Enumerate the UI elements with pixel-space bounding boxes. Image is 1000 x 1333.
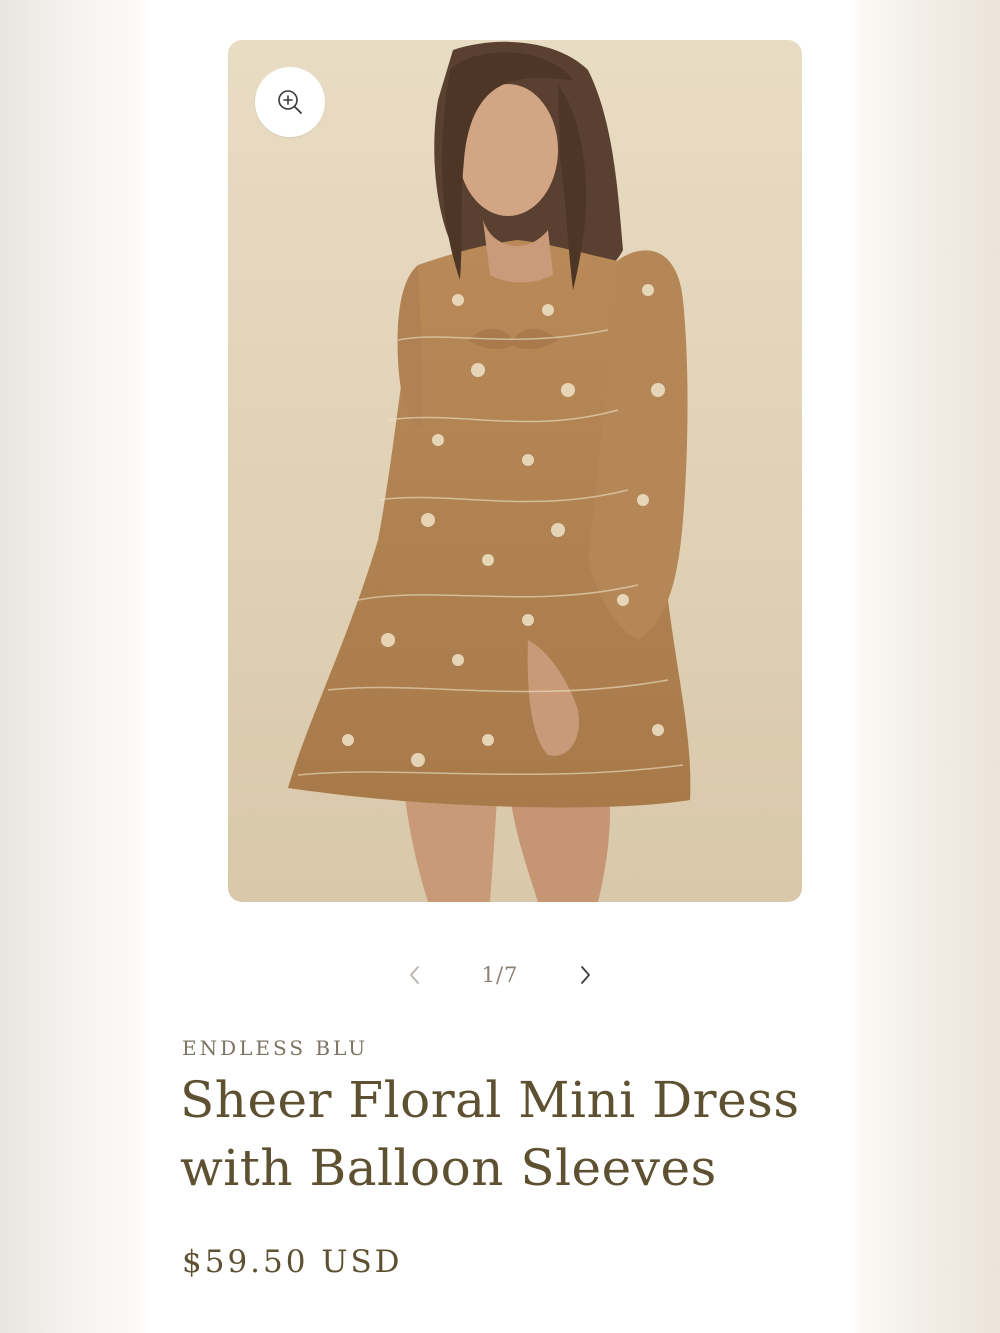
product-price: $59.50 USD [182,1244,403,1280]
previous-image-button[interactable] [395,955,435,995]
zoom-in-icon [278,90,302,114]
zoom-button[interactable] [255,67,325,137]
product-image-frame [228,40,802,902]
product-photo[interactable] [228,40,802,902]
product-vendor[interactable]: ENDLESS BLU [182,1036,368,1060]
chevron-right-icon [581,966,590,984]
chevron-left-icon [410,966,419,984]
next-image-button[interactable] [565,955,605,995]
product-title: Sheer Floral Mini Dress with Balloon Sle… [180,1071,800,1197]
gallery-pager: 1/7 [148,955,852,995]
gallery-counter: 1/7 [481,963,519,987]
product-page: 1/7 ENDLESS BLU Sheer Floral Mini Dress … [148,0,852,1333]
